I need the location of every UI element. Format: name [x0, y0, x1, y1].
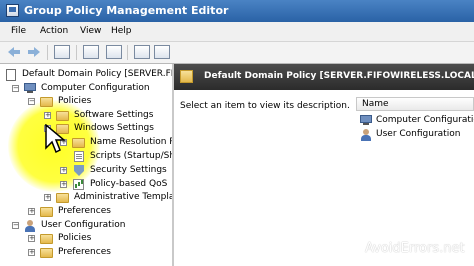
toolbar-separator	[76, 45, 77, 60]
tree-item-user-preferences[interactable]: + Preferences	[28, 246, 172, 259]
expand-icon[interactable]: +	[28, 208, 35, 215]
help-icon[interactable]	[134, 45, 150, 59]
expand-icon[interactable]: +	[60, 167, 67, 174]
menu-bar: File Action View Help	[0, 22, 474, 42]
tree-item-software-settings[interactable]: + Software Settings	[44, 109, 172, 122]
expand-icon[interactable]: +	[60, 181, 67, 188]
collapse-icon[interactable]: −	[28, 98, 35, 105]
tree-item-security-settings[interactable]: + Security Settings	[60, 164, 172, 177]
tree-item-computer-configuration[interactable]: − Computer Configuration	[12, 82, 172, 95]
tree-item-scripts[interactable]: Scripts (Startup/Sh	[60, 150, 172, 163]
folder-icon	[56, 193, 69, 203]
policy-icon	[180, 70, 193, 83]
list-item[interactable]: User Configuration	[360, 128, 474, 141]
folder-icon	[40, 248, 53, 258]
mouse-cursor-icon	[45, 124, 66, 154]
content-pane: Default Domain Policy [SERVER.FIFOWIRELE…	[174, 64, 474, 266]
chart-icon	[73, 179, 84, 190]
properties-icon[interactable]	[106, 45, 122, 59]
folder-icon	[40, 234, 53, 244]
export-icon[interactable]	[154, 45, 170, 59]
toolbar-separator	[47, 45, 48, 60]
tree-item-administrative-templates[interactable]: + Administrative Templat	[44, 191, 172, 204]
window-title: Group Policy Management Editor	[24, 4, 229, 17]
collapse-icon[interactable]: −	[12, 222, 19, 229]
tree-root[interactable]: Default Domain Policy [SERVER.FIF	[6, 68, 172, 81]
menu-help[interactable]: Help	[111, 26, 132, 36]
tree-item-name-resolution-policy[interactable]: + Name Resolution Po	[60, 136, 172, 149]
folder-icon	[72, 138, 85, 148]
computer-icon	[24, 83, 36, 94]
watermark: AvoidErrors.net	[365, 241, 465, 256]
expand-icon[interactable]: +	[28, 249, 35, 256]
expand-icon[interactable]: +	[28, 235, 35, 242]
content-title: Default Domain Policy [SERVER.FIFOWIRELE…	[204, 71, 474, 81]
back-icon[interactable]	[8, 47, 20, 57]
folder-icon	[56, 111, 69, 121]
menu-action[interactable]: Action	[40, 26, 68, 36]
menu-file[interactable]: File	[11, 26, 26, 36]
list-item[interactable]: Computer Configuration	[360, 114, 474, 127]
toolbar	[0, 42, 474, 64]
expand-icon[interactable]: +	[44, 194, 51, 201]
script-icon	[74, 151, 84, 162]
tree-pane[interactable]: Default Domain Policy [SERVER.FIF − Comp…	[0, 64, 174, 266]
tree-item-policies[interactable]: − Policies	[28, 95, 172, 108]
tree-item-user-configuration[interactable]: − User Configuration	[12, 219, 172, 232]
column-header-name[interactable]: Name	[356, 97, 474, 111]
forward-icon[interactable]	[28, 47, 40, 57]
policy-icon	[6, 69, 16, 81]
content-header: Default Domain Policy [SERVER.FIFOWIRELE…	[174, 64, 474, 90]
toolbar-separator	[127, 45, 128, 60]
show-hide-tree-icon[interactable]	[83, 45, 99, 59]
folder-icon	[40, 97, 53, 107]
menu-view[interactable]: View	[80, 26, 101, 36]
computer-icon	[360, 115, 372, 126]
description-hint: Select an item to view its description.	[180, 101, 350, 111]
tree-item-user-policies[interactable]: + Policies	[28, 232, 172, 245]
shield-icon	[74, 165, 84, 176]
tree-item-preferences[interactable]: + Preferences	[28, 205, 172, 218]
expand-icon[interactable]: +	[44, 112, 51, 119]
app-icon	[6, 4, 19, 17]
user-icon	[24, 220, 36, 232]
folder-icon	[40, 207, 53, 217]
collapse-icon[interactable]: −	[12, 85, 19, 92]
user-icon	[360, 129, 372, 141]
up-icon[interactable]	[54, 45, 70, 59]
title-bar: Group Policy Management Editor	[0, 0, 474, 22]
tree-item-policy-based-qos[interactable]: + Policy-based QoS	[60, 178, 172, 191]
